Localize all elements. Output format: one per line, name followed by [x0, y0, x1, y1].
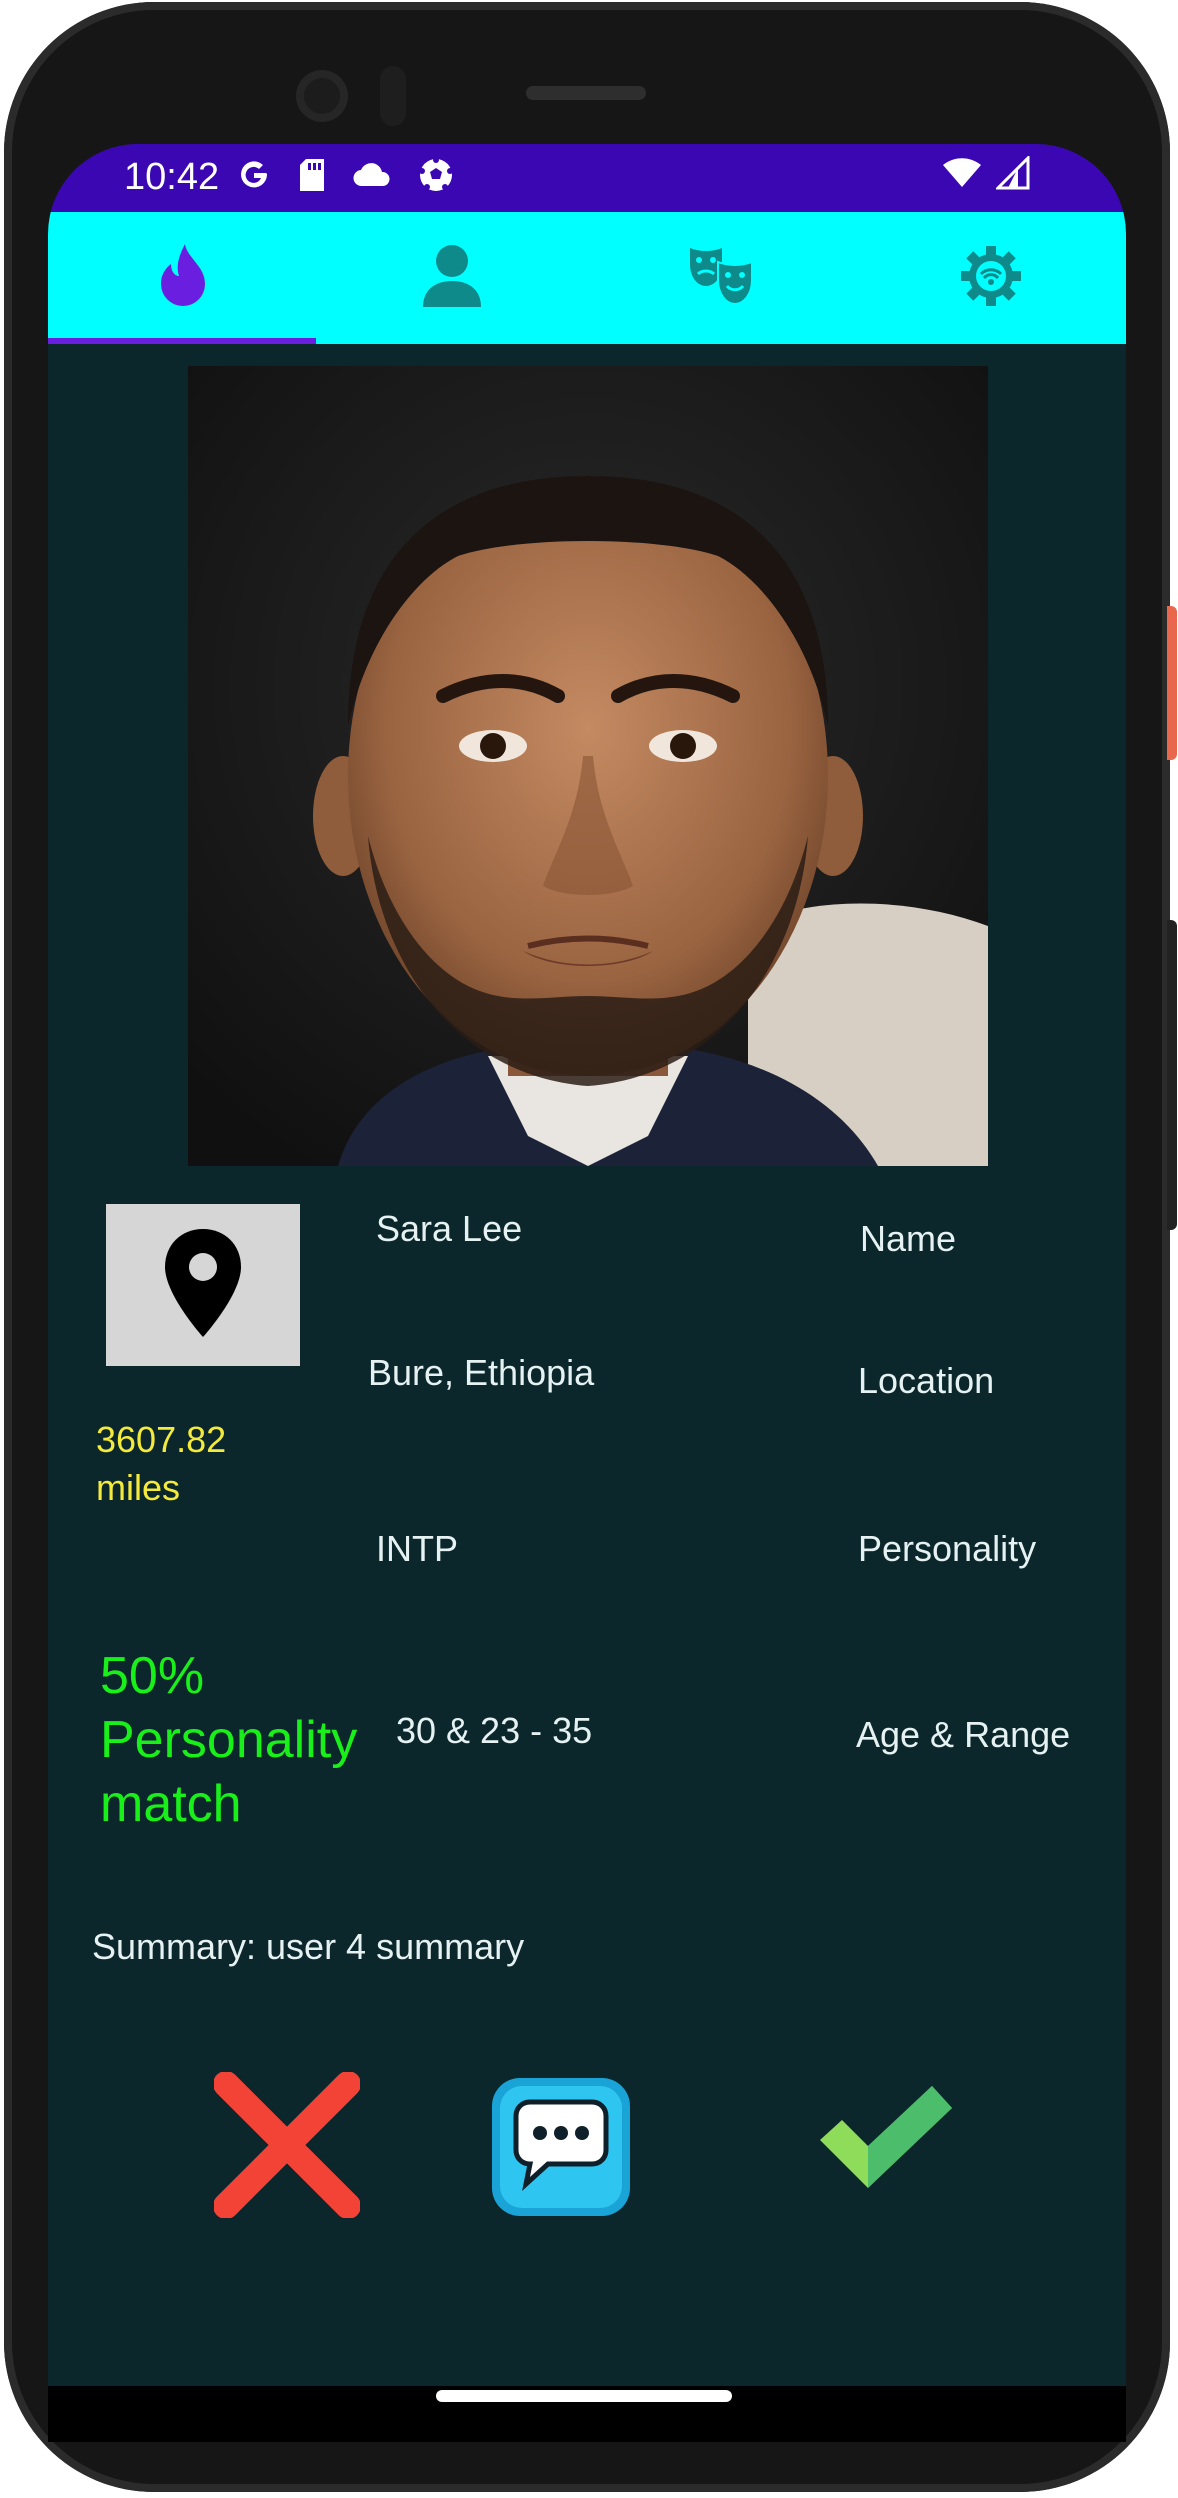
tab-profile[interactable] — [318, 212, 588, 344]
reject-x-icon — [213, 2070, 361, 2223]
flame-icon — [153, 242, 213, 315]
age-range-value: 30 & 23 - 35 — [396, 1710, 593, 1751]
profile-photo[interactable] — [188, 366, 988, 1166]
distance-text: 3607.82 miles — [96, 1419, 227, 1508]
profile-location: Bure, Ethiopia — [368, 1352, 595, 1393]
tab-settings[interactable] — [857, 212, 1127, 344]
sd-card-icon — [298, 157, 326, 198]
map-pin-icon — [163, 1227, 243, 1344]
settings-gear-icon — [959, 244, 1023, 313]
front-camera — [296, 70, 348, 122]
earpiece-speaker — [526, 86, 646, 100]
reject-button[interactable] — [213, 2070, 361, 2223]
tab-bar — [48, 212, 1126, 344]
personality-match: 50% Personality match — [100, 1647, 358, 1833]
age-range-label: Age & Range — [856, 1714, 1071, 1755]
accept-check-icon — [814, 2082, 954, 2197]
power-button — [1167, 606, 1177, 760]
google-icon — [236, 157, 272, 198]
app-screen: 10:42 Sara Lee Name Bure, Ethiopia Locat… — [48, 144, 1126, 2386]
home-gesture-bar[interactable] — [436, 2390, 732, 2402]
personality-type: INTP — [376, 1528, 459, 1569]
selected-tab-indicator — [48, 338, 316, 344]
volume-button — [1167, 920, 1177, 1230]
person-icon — [421, 243, 483, 314]
cell-signal-icon — [994, 154, 1030, 195]
profile-name: Sara Lee — [376, 1208, 523, 1249]
cloud-icon — [352, 160, 392, 195]
status-time: 10:42 — [124, 156, 220, 198]
map-location-button[interactable] — [106, 1204, 300, 1366]
profile-summary: Summary: user 4 summary — [92, 1926, 525, 1967]
accept-button[interactable] — [814, 2084, 954, 2194]
location-label: Location — [858, 1360, 995, 1401]
chat-button[interactable] — [490, 2076, 632, 2223]
chat-bubble-icon — [490, 2076, 632, 2223]
tab-discover[interactable] — [48, 212, 318, 344]
personality-label: Personality — [858, 1528, 1037, 1569]
tab-personality[interactable] — [587, 212, 857, 344]
soccer-ball-icon — [418, 156, 454, 198]
proximity-sensor — [380, 66, 406, 126]
name-label: Name — [860, 1218, 957, 1259]
status-bar: 10:42 — [48, 144, 1126, 212]
theater-masks-icon — [688, 244, 756, 313]
wifi-icon — [942, 157, 982, 194]
